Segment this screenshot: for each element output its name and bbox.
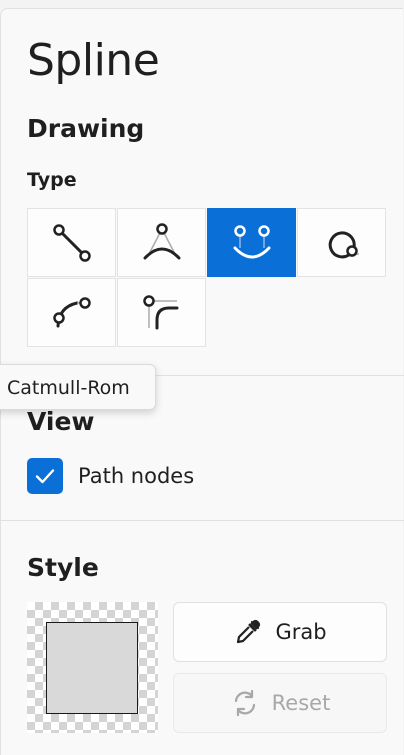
grab-button[interactable]: Grab <box>173 602 387 662</box>
path-nodes-checkbox[interactable] <box>27 458 63 494</box>
arc-curve-icon <box>52 296 91 327</box>
type-button-closed[interactable] <box>297 208 386 277</box>
reset-button[interactable]: Reset <box>173 673 387 733</box>
type-button-arc[interactable] <box>27 278 116 347</box>
spline-type-grid <box>27 208 387 348</box>
catmull-rom-curve-icon <box>233 224 270 258</box>
type-label: Type <box>27 169 77 191</box>
line-segment-icon <box>52 223 91 262</box>
checkmark-icon <box>35 469 55 484</box>
type-tooltip: Catmull-Rom <box>0 364 156 410</box>
page-title: Spline <box>27 35 160 86</box>
type-button-catmull-rom[interactable] <box>207 208 296 277</box>
swatch-fill <box>46 622 138 714</box>
color-swatch[interactable] <box>27 602 158 733</box>
type-button-bezier[interactable] <box>117 208 206 277</box>
bezier-curve-icon <box>143 222 180 259</box>
style-heading: Style <box>27 553 99 582</box>
type-button-corner[interactable] <box>117 278 206 347</box>
refresh-icon <box>234 689 255 717</box>
grab-button-label: Grab <box>275 620 327 644</box>
reset-button-label: Reset <box>271 691 331 715</box>
drawing-heading: Drawing <box>27 114 145 143</box>
type-button-line[interactable] <box>27 208 116 277</box>
corner-curve-icon <box>142 294 178 329</box>
closed-curve-icon <box>328 230 359 258</box>
path-nodes-label: Path nodes <box>78 464 195 488</box>
divider <box>1 520 404 521</box>
eyedropper-icon <box>237 619 261 644</box>
